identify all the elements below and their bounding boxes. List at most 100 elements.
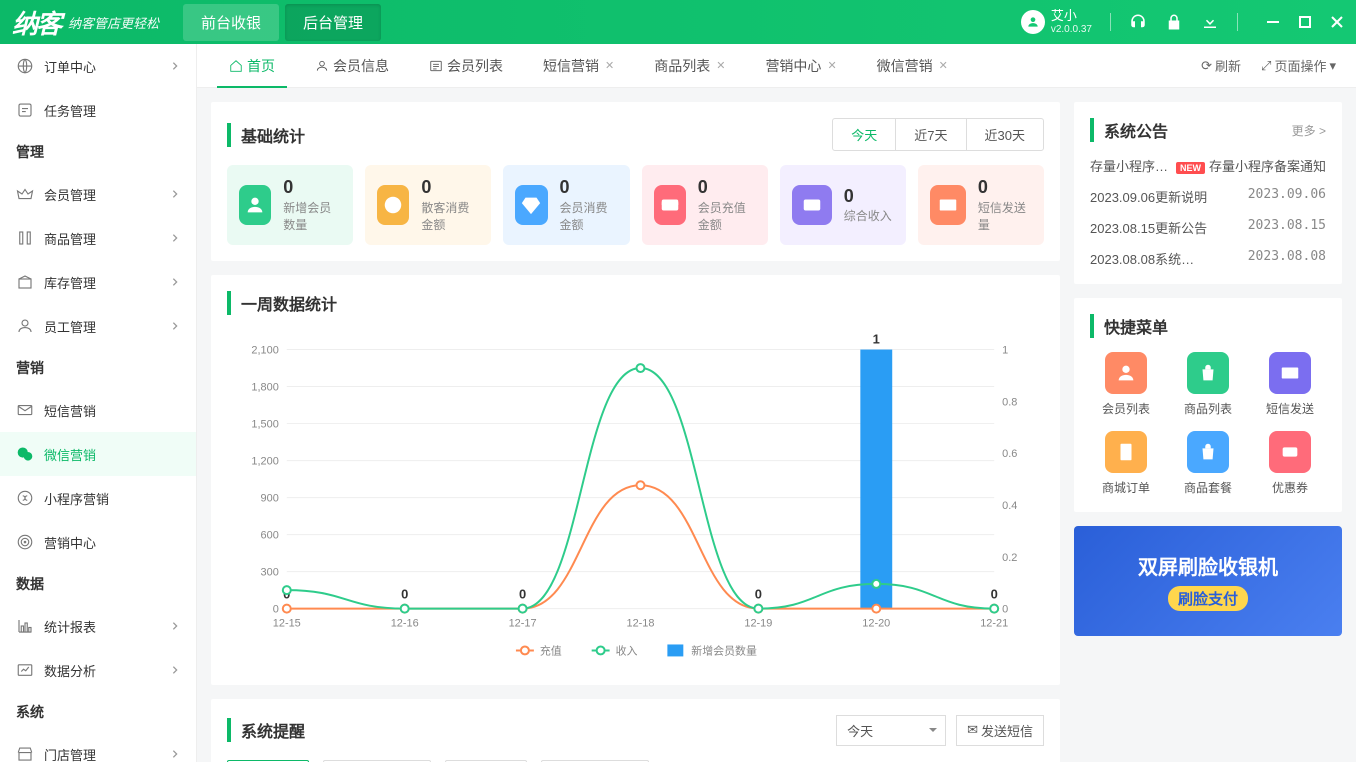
titlebar-right: 艾小 v2.0.0.37 [1021, 9, 1344, 34]
globe-icon [16, 57, 34, 75]
stat-card-0: 0 新增会员数量 [227, 165, 353, 245]
tab-close-icon[interactable]: ✕ [716, 59, 725, 72]
send-sms-button[interactable]: ✉发送短信 [956, 715, 1044, 746]
stat-label: 会员充值金额 [698, 199, 756, 233]
svg-text:新增会员数量: 新增会员数量 [691, 643, 757, 657]
range-tab-0[interactable]: 今天 [832, 118, 896, 151]
tab-2[interactable]: 会员列表 [417, 44, 515, 88]
stat-value: 0 [283, 177, 341, 199]
envelope-icon [930, 185, 966, 225]
announcement-row[interactable]: 2023.09.06更新说明2023.09.06 [1090, 187, 1326, 206]
tab-6[interactable]: 微信营销✕ [865, 44, 960, 88]
announcements-more[interactable]: 更多 > [1292, 122, 1326, 139]
range-tab-2[interactable]: 近30天 [966, 119, 1043, 150]
stat-card-3: 0 会员充值金额 [642, 165, 768, 245]
sidebar-item-label: 营销中心 [44, 533, 96, 552]
announcement-row[interactable]: 存量小程序…NEW存量小程序备案通知 [1090, 156, 1326, 175]
doc-icon [1105, 431, 1147, 473]
ticket-icon [1269, 431, 1311, 473]
sidebar-item-sms[interactable]: 短信营销 [0, 388, 196, 432]
chart-icon [16, 617, 34, 635]
svg-text:0: 0 [991, 586, 998, 601]
svg-text:0.4: 0.4 [1002, 500, 1017, 512]
tab-close-icon[interactable]: ✕ [827, 59, 836, 72]
quick-item-3[interactable]: 商城订单 [1090, 431, 1162, 496]
sidebar-item-store[interactable]: 门店管理 [0, 732, 196, 762]
page-ops-button[interactable]: ⤢页面操作 ▾ [1261, 56, 1336, 75]
stat-label: 新增会员数量 [283, 199, 341, 233]
user-name: 艾小 [1051, 9, 1092, 23]
svg-text:0.2: 0.2 [1002, 551, 1017, 563]
basic-stats-card: 基础统计 今天近7天近30天 0 新增会员数量 $ 0 散客消费金额 0 会员消… [211, 102, 1060, 261]
lock-icon[interactable] [1165, 13, 1183, 31]
svg-text:12-19: 12-19 [744, 617, 772, 629]
maximize-icon[interactable] [1298, 15, 1312, 29]
quick-item-0[interactable]: 会员列表 [1090, 352, 1162, 417]
announcements-card: 系统公告 更多 > 存量小程序…NEW存量小程序备案通知2023.09.06更新… [1074, 102, 1342, 284]
titlebar: 纳客 纳客管店更轻松 前台收银 后台管理 艾小 v2.0.0.37 [0, 0, 1356, 44]
sidebar-item-label: 订单中心 [44, 57, 96, 76]
reminder-title: 系统提醒 [227, 718, 305, 742]
bag-icon [1187, 431, 1229, 473]
mode-tab-back[interactable]: 后台管理 [285, 4, 381, 41]
tab-4[interactable]: 商品列表✕ [642, 44, 737, 88]
svg-text:1: 1 [873, 331, 880, 346]
quick-item-2[interactable]: 短信发送 [1254, 352, 1326, 417]
tab-close-icon[interactable]: ✕ [605, 59, 614, 72]
sidebar-item-report[interactable]: 统计报表 [0, 604, 196, 648]
quick-item-5[interactable]: 优惠券 [1254, 431, 1326, 496]
svg-text:600: 600 [261, 529, 279, 541]
reminder-range-select[interactable]: 今天 [836, 715, 946, 746]
svg-text:收入: 收入 [616, 643, 638, 657]
svg-text:0: 0 [1002, 603, 1008, 615]
refresh-button[interactable]: ⟳刷新 [1201, 56, 1241, 75]
tab-1[interactable]: 会员信息 [303, 44, 401, 88]
announcement-row[interactable]: 2023.08.15更新公告2023.08.15 [1090, 218, 1326, 237]
mode-tab-front[interactable]: 前台收银 [183, 4, 279, 41]
sidebar-item-label: 商品管理 [44, 229, 96, 248]
user-box[interactable]: 艾小 v2.0.0.37 [1021, 9, 1092, 34]
sidebar-item-mini[interactable]: 小程序营销 [0, 476, 196, 520]
sidebar-item-staff[interactable]: 员工管理 [0, 304, 196, 348]
sidebar-item-label: 库存管理 [44, 273, 96, 292]
sidebar-item-goods[interactable]: 商品管理 [0, 216, 196, 260]
slogan: 纳客管店更轻松 [68, 13, 159, 32]
svg-text:2,100: 2,100 [251, 344, 278, 356]
tab-5[interactable]: 营销中心✕ [753, 44, 848, 88]
svg-text:12-17: 12-17 [509, 617, 537, 629]
quick-item-4[interactable]: 商品套餐 [1172, 431, 1244, 496]
stat-value: 0 [844, 186, 892, 208]
svg-text:0: 0 [755, 586, 762, 601]
stat-value: 0 [978, 177, 1032, 199]
close-icon[interactable] [1330, 15, 1344, 29]
svg-text:0.6: 0.6 [1002, 448, 1017, 460]
sidebar-item-tasks[interactable]: 任务管理 [0, 88, 196, 132]
task-icon [16, 101, 34, 119]
sidebar-item-center[interactable]: 营销中心 [0, 520, 196, 564]
svg-text:12-15: 12-15 [273, 617, 301, 629]
tab-close-icon[interactable]: ✕ [939, 59, 948, 72]
sidebar-item-stock[interactable]: 库存管理 [0, 260, 196, 304]
minimize-icon[interactable] [1266, 15, 1280, 29]
sidebar: 订单中心 任务管理管理 会员管理 商品管理 库存管理 员工管理营销 短信营销 微… [0, 44, 197, 762]
sidebar-item-member[interactable]: 会员管理 [0, 172, 196, 216]
crown-icon [16, 185, 34, 203]
quick-item-1[interactable]: 商品列表 [1172, 352, 1244, 417]
range-tab-1[interactable]: 近7天 [895, 119, 965, 150]
tab-3[interactable]: 短信营销✕ [531, 44, 626, 88]
sidebar-item-analysis[interactable]: 数据分析 [0, 648, 196, 692]
svg-text:0.8: 0.8 [1002, 396, 1017, 408]
list-icon [429, 59, 443, 73]
sidebar-group: 管理 [0, 132, 196, 172]
sidebar-item-orders[interactable]: 订单中心 [0, 44, 196, 88]
download-icon[interactable] [1201, 13, 1219, 31]
week-chart-title: 一周数据统计 [227, 291, 337, 315]
svg-text:0: 0 [401, 586, 408, 601]
sidebar-item-wechat[interactable]: 微信营销 [0, 432, 196, 476]
tab-0[interactable]: 首页 [217, 44, 287, 88]
announcement-row[interactable]: 2023.08.08系统…2023.08.08 [1090, 249, 1326, 268]
promo-banner[interactable]: 双屏刷脸收银机 刷脸支付 [1074, 526, 1342, 636]
headset-icon[interactable] [1129, 13, 1147, 31]
sidebar-item-label: 数据分析 [44, 661, 96, 680]
svg-text:$: $ [390, 199, 396, 211]
